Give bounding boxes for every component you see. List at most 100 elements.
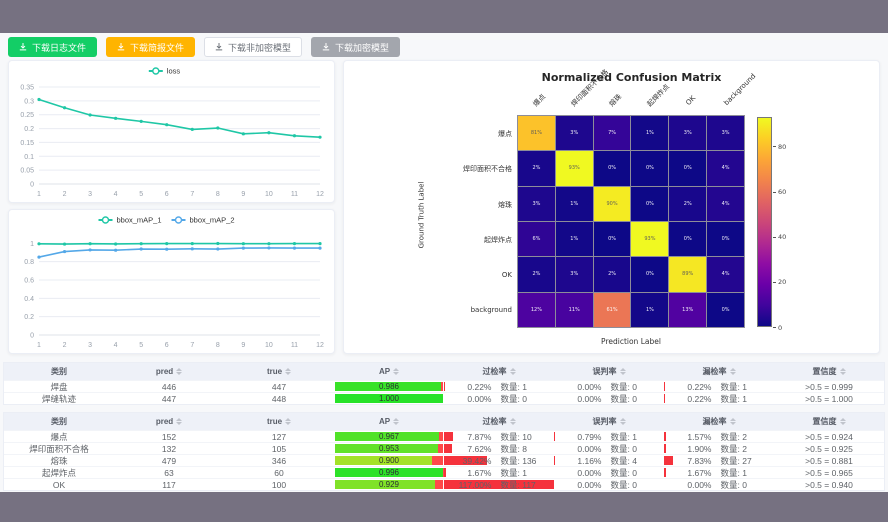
rate-percent: 0.00% — [562, 394, 602, 404]
bbox-map-line-chart: 00.20.40.60.81123456789101112bbox_mAP_1b… — [9, 210, 334, 353]
ap-value: 0.967 — [379, 432, 399, 441]
matrix-cell: 0% — [631, 257, 668, 291]
matrix-cell: 0% — [594, 222, 631, 256]
cell-miss-rate: 1.67%数量: 1 — [664, 467, 774, 478]
svg-text:11: 11 — [291, 191, 298, 198]
matrix-col-label: 起焊炸点 — [645, 82, 672, 109]
column-header-confidence[interactable]: 置信度 — [774, 363, 884, 380]
sort-caret[interactable] — [393, 368, 399, 375]
column-header-true[interactable]: true — [224, 413, 334, 430]
cell-pred: 447 — [114, 393, 224, 404]
sort-caret[interactable] — [840, 368, 846, 375]
cell-ap: 0.929 — [334, 479, 444, 490]
matrix-cell: 0% — [707, 293, 744, 327]
rate-percent: 7.62% — [452, 444, 492, 454]
download-log-file-button[interactable]: 下载日志文件 — [8, 37, 97, 57]
cell-ap: 0.996 — [334, 467, 444, 478]
svg-text:1: 1 — [37, 342, 41, 349]
rate-percent: 0.00% — [562, 382, 602, 392]
sort-caret[interactable] — [176, 368, 182, 375]
svg-text:0.25: 0.25 — [20, 112, 34, 119]
rate-count: 数量: 1 — [721, 381, 767, 392]
svg-text:0.15: 0.15 — [20, 140, 34, 147]
confusion-matrix-title: Normalized Confusion Matrix — [494, 71, 769, 84]
confusion-matrix-colorbar — [757, 117, 772, 327]
bottom-window-bar — [0, 492, 888, 522]
column-header-true[interactable]: true — [224, 363, 334, 380]
cell-misjudge-rate: 0.79%数量: 1 — [554, 431, 664, 442]
column-header-ap[interactable]: AP — [334, 363, 444, 380]
column-header-misjudge-rate[interactable]: 误判率 — [554, 363, 664, 380]
sort-caret[interactable] — [840, 418, 846, 425]
matrix-cell: 7% — [594, 116, 631, 150]
sort-caret[interactable] — [620, 418, 626, 425]
matrix-cell: 93% — [631, 222, 668, 256]
rate-count: 数量: 117 — [501, 479, 547, 490]
column-header-pred[interactable]: pred — [114, 413, 224, 430]
matrix-cell: 2% — [518, 151, 555, 185]
column-header-ap[interactable]: AP — [334, 413, 444, 430]
sort-caret[interactable] — [176, 418, 182, 425]
column-header-miss-rate[interactable]: 漏检率 — [664, 413, 774, 430]
column-header-pred[interactable]: pred — [114, 363, 224, 380]
sort-caret[interactable] — [510, 418, 516, 425]
column-header-label: 置信度 — [813, 366, 837, 377]
matrix-cell: 12% — [518, 293, 555, 327]
rate-percent: 117.00% — [452, 480, 492, 490]
sort-caret[interactable] — [510, 368, 516, 375]
column-header-label: 漏检率 — [703, 416, 727, 427]
svg-text:2: 2 — [63, 191, 67, 198]
column-header-miss-rate[interactable]: 漏检率 — [664, 363, 774, 380]
matrix-cell: 4% — [707, 187, 744, 221]
matrix-cell: 0% — [594, 151, 631, 185]
svg-text:0.35: 0.35 — [20, 85, 34, 92]
column-header-label: pred — [156, 367, 173, 376]
svg-text:8: 8 — [216, 342, 220, 349]
svg-text:0.05: 0.05 — [20, 168, 34, 175]
table-row: OK1171000.929117.00%数量: 1170.00%数量: 00.0… — [4, 478, 884, 490]
svg-text:0.2: 0.2 — [24, 126, 34, 133]
cell-category: 焊盘 — [4, 381, 114, 392]
sort-caret[interactable] — [730, 418, 736, 425]
matrix-row-label: 起焊炸点 — [404, 235, 512, 245]
svg-text:8: 8 — [216, 191, 220, 198]
matrix-row-label: background — [404, 306, 512, 314]
cell-true: 100 — [224, 479, 334, 490]
svg-text:bbox_mAP_2: bbox_mAP_2 — [190, 216, 235, 225]
rate-percent: 0.00% — [452, 394, 492, 404]
svg-text:4: 4 — [114, 191, 118, 198]
cell-confidence: >0.5 = 0.999 — [774, 381, 884, 392]
column-header-over-rate[interactable]: 过检率 — [444, 363, 554, 380]
sort-caret[interactable] — [285, 368, 291, 375]
colorbar-tick-label: 0 — [778, 324, 782, 332]
rate-percent: 0.79% — [562, 432, 602, 442]
column-header-misjudge-rate[interactable]: 误判率 — [554, 413, 664, 430]
download-report-file-button[interactable]: 下载简报文件 — [106, 37, 195, 57]
matrix-cell: 3% — [556, 257, 593, 291]
top-window-bar — [0, 0, 888, 33]
column-header-label: 类别 — [51, 416, 67, 427]
matrix-cell: 81% — [518, 116, 555, 150]
download-toolbar: 下载日志文件 下载简报文件 下载非加密模型 下载加密模型 — [0, 33, 888, 60]
sort-caret[interactable] — [620, 368, 626, 375]
cell-true: 447 — [224, 381, 334, 392]
download-encrypted-model-button[interactable]: 下载加密模型 — [311, 37, 400, 57]
svg-text:0: 0 — [30, 333, 34, 340]
sort-caret[interactable] — [285, 418, 291, 425]
matrix-cell: 0% — [707, 222, 744, 256]
rate-bar — [554, 456, 555, 465]
column-header-confidence[interactable]: 置信度 — [774, 413, 884, 430]
confusion-matrix-card: Normalized Confusion Matrix Ground Truth… — [343, 60, 880, 354]
matrix-cell: 3% — [707, 116, 744, 150]
svg-text:7: 7 — [190, 191, 194, 198]
cell-confidence: >0.5 = 0.924 — [774, 431, 884, 442]
sort-caret[interactable] — [730, 368, 736, 375]
matrix-col-label: OK — [684, 94, 697, 107]
cell-over-rate: 7.87%数量: 10 — [444, 431, 554, 442]
column-header-over-rate[interactable]: 过检率 — [444, 413, 554, 430]
download-plain-model-button[interactable]: 下载非加密模型 — [204, 37, 302, 57]
cell-over-rate: 7.62%数量: 8 — [444, 443, 554, 454]
cell-category: 熔珠 — [4, 455, 114, 466]
rate-count: 数量: 1 — [721, 393, 767, 404]
sort-caret[interactable] — [393, 418, 399, 425]
